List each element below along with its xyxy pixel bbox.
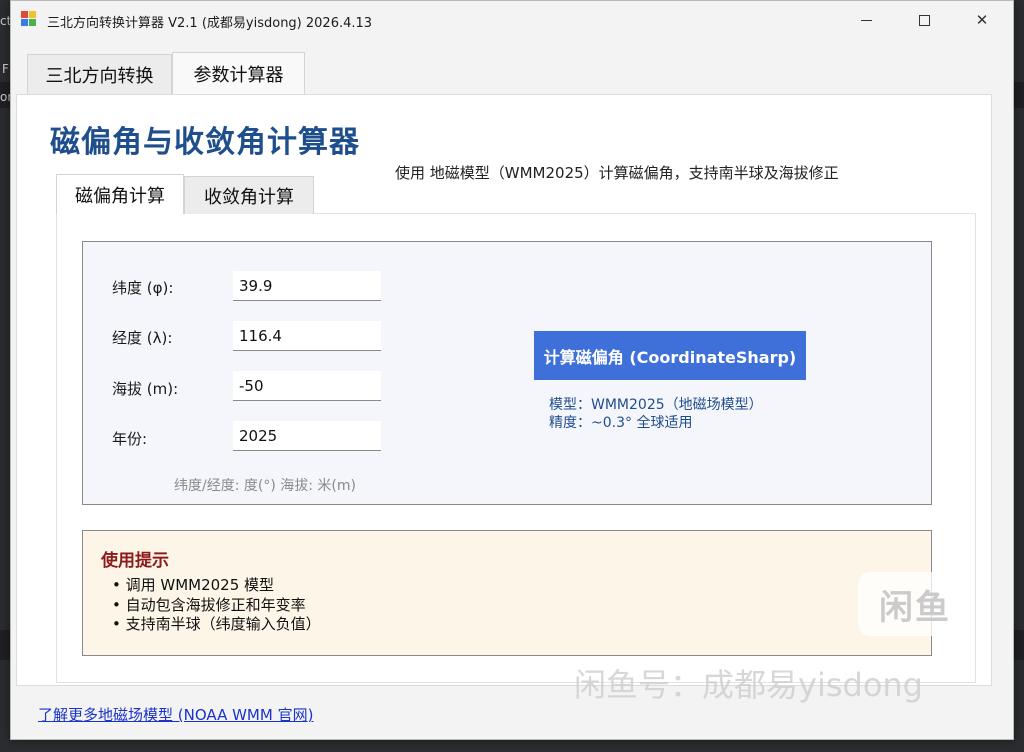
title-bar[interactable]: 三北方向转换计算器 V2.1 (成都易yisdong) 2026.4.13 ✕ — [11, 1, 1013, 39]
altitude-label: 海拔 (m): — [112, 380, 179, 398]
tab-declination[interactable]: 磁偏角计算 — [56, 174, 184, 214]
app-icon — [21, 11, 37, 27]
accuracy-info: 精度：~0.3° 全球适用 — [549, 415, 693, 431]
altitude-input[interactable] — [233, 371, 381, 401]
tip-item: • 支持南半球（纬度输入负值） — [112, 615, 321, 633]
maximize-button[interactable] — [895, 1, 953, 39]
tab-label: 三北方向转换 — [45, 65, 154, 87]
unit-note: 纬度/经度: 度(°) 海拔: 米(m) — [174, 478, 356, 494]
page-subtitle: 使用 地磁模型（WMM2025）计算磁偏角，支持南半球及海拔修正 — [395, 164, 839, 182]
close-icon: ✕ — [975, 11, 989, 29]
year-input[interactable] — [233, 421, 381, 451]
latitude-input[interactable] — [233, 271, 381, 301]
window-title: 三北方向转换计算器 V2.1 (成都易yisdong) 2026.4.13 — [47, 16, 373, 31]
longitude-label: 经度 (λ): — [112, 329, 173, 347]
latitude-label: 纬度 (φ): — [112, 279, 174, 297]
tip-item: • 调用 WMM2025 模型 — [112, 576, 275, 594]
close-button[interactable]: ✕ — [953, 1, 1011, 39]
model-info: 模型：WMM2025（地磁场模型） — [549, 397, 763, 413]
noaa-wmm-link[interactable]: 了解更多地磁场模型 (NOAA WMM 官网) — [38, 704, 313, 725]
tab-label: 收敛角计算 — [204, 186, 294, 208]
calculate-declination-button[interactable]: 计算磁偏角 (CoordinateSharp) — [534, 331, 806, 380]
page-title: 磁偏角与收敛角计算器 — [50, 125, 360, 160]
maximize-icon — [918, 14, 930, 26]
watermark-badge: 闲鱼 — [858, 572, 972, 636]
tip-item: • 自动包含海拔修正和年变率 — [112, 596, 306, 614]
tab-label: 磁偏角计算 — [75, 185, 165, 207]
tab-label: 参数计算器 — [193, 65, 284, 86]
year-label: 年份: — [112, 430, 148, 448]
tab-parameter-calculator[interactable]: 参数计算器 — [172, 52, 305, 95]
minimize-button[interactable] — [837, 1, 895, 39]
watermark-text: 闲鱼号：成都易yisdong — [574, 666, 923, 704]
tab-convergence[interactable]: 收敛角计算 — [184, 176, 314, 214]
minimize-icon — [860, 19, 872, 21]
tab-three-north-conversion[interactable]: 三北方向转换 — [27, 54, 172, 94]
longitude-input[interactable] — [233, 321, 381, 351]
background-fragment: F — [2, 62, 9, 76]
tips-title: 使用提示 — [101, 551, 169, 571]
